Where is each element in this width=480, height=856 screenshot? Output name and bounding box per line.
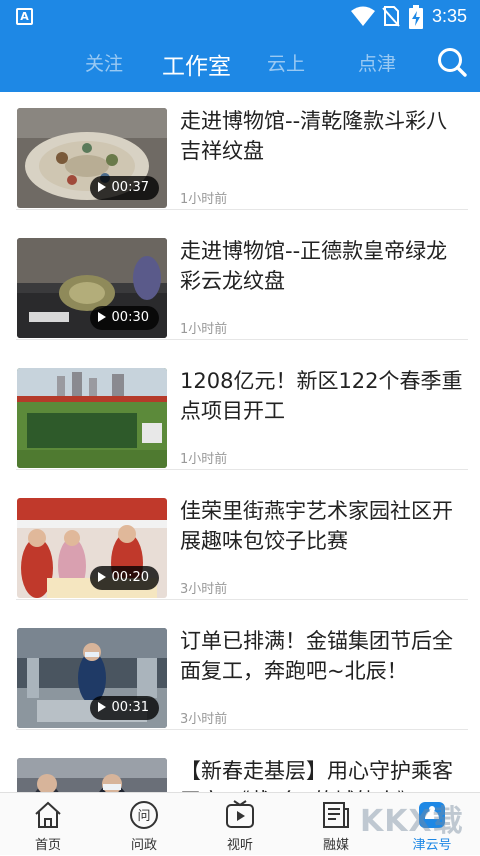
play-icon bbox=[97, 572, 106, 582]
tab-watch[interactable]: 视听 bbox=[192, 793, 288, 856]
home-icon bbox=[35, 801, 61, 828]
tab-yunshang[interactable]: 云上 bbox=[267, 49, 305, 76]
tab-label: 问政 bbox=[130, 838, 157, 853]
news-title[interactable]: 佳荣里街燕宇艺术家园社区开展趣味包饺子比赛 bbox=[180, 496, 464, 556]
tv-icon bbox=[226, 800, 254, 828]
play-icon bbox=[97, 182, 106, 192]
news-title[interactable]: 【新春走基层】用心守护乘客平安 《戴“鱼”的城轨人》 bbox=[180, 756, 464, 792]
tab-dianjin[interactable]: 点津 bbox=[358, 49, 396, 76]
play-icon bbox=[97, 702, 106, 712]
channel-tabs: 关注 工作室 云上 点津 bbox=[0, 34, 480, 92]
battery-charging-icon bbox=[409, 5, 423, 29]
tab-follow[interactable]: 关注 bbox=[85, 49, 123, 76]
news-item[interactable]: 00:20 佳荣里街燕宇艺术家园社区开展趣味包饺子比赛 3小时前 bbox=[16, 482, 468, 600]
video-duration-badge: 00:20 bbox=[89, 566, 159, 590]
news-title[interactable]: 走进博物馆--正德款皇帝绿龙彩云龙纹盘 bbox=[180, 236, 464, 296]
video-duration-badge: 00:31 bbox=[89, 696, 159, 720]
video-thumbnail[interactable]: 00:37 bbox=[17, 108, 167, 208]
news-item[interactable]: 00:31 订单已排满！金锚集团节后全面复工，奔跑吧~北辰！ 3小时前 bbox=[16, 612, 468, 730]
search-icon[interactable] bbox=[436, 46, 468, 78]
news-item[interactable]: 1208亿元！新区122个春季重点项目开工 1小时前 bbox=[16, 352, 468, 470]
news-title[interactable]: 走进博物馆--清乾隆款斗彩八吉祥纹盘 bbox=[180, 106, 464, 166]
video-duration-badge: 00:37 bbox=[89, 176, 159, 200]
news-icon bbox=[323, 802, 349, 828]
watermark: KKX载 bbox=[360, 804, 464, 839]
tab-ask[interactable]: 问 问政 bbox=[96, 793, 192, 856]
tab-label: 首页 bbox=[34, 838, 61, 853]
image-thumbnail[interactable] bbox=[17, 368, 167, 468]
news-time: 3小时前 bbox=[180, 582, 228, 597]
wifi-icon bbox=[351, 6, 375, 26]
top-bar: A 3:35 关注 工作室 云上 点津 bbox=[0, 0, 480, 92]
news-title[interactable]: 订单已排满！金锚集团节后全面复工，奔跑吧~北辰！ bbox=[180, 626, 464, 686]
no-sim-icon bbox=[382, 6, 400, 27]
news-time: 1小时前 bbox=[180, 322, 228, 337]
video-thumbnail[interactable] bbox=[17, 758, 167, 792]
tab-label: 视听 bbox=[226, 838, 253, 853]
news-item[interactable]: 00:30 走进博物馆--正德款皇帝绿龙彩云龙纹盘 1小时前 bbox=[16, 222, 468, 340]
tab-studio[interactable]: 工作室 bbox=[162, 47, 231, 81]
ask-icon: 问 bbox=[130, 801, 158, 829]
clock: 3:35 bbox=[432, 6, 468, 26]
video-duration-badge: 00:30 bbox=[89, 306, 159, 330]
news-title[interactable]: 1208亿元！新区122个春季重点项目开工 bbox=[180, 366, 464, 426]
play-icon bbox=[97, 312, 106, 322]
news-time: 1小时前 bbox=[180, 192, 228, 207]
app-notification-icon: A bbox=[16, 8, 33, 25]
video-thumbnail[interactable]: 00:30 bbox=[17, 238, 167, 338]
tab-home[interactable]: 首页 bbox=[0, 793, 96, 856]
news-time: 1小时前 bbox=[180, 452, 228, 467]
video-thumbnail[interactable]: 00:31 bbox=[17, 628, 167, 728]
video-thumbnail[interactable]: 00:20 bbox=[17, 498, 167, 598]
status-bar: A 3:35 bbox=[0, 0, 480, 34]
news-item[interactable]: 00:37 走进博物馆--清乾隆款斗彩八吉祥纹盘 1小时前 bbox=[16, 92, 468, 210]
news-time: 3小时前 bbox=[180, 712, 228, 727]
svg-text:问: 问 bbox=[137, 809, 150, 824]
news-feed: 00:37 走进博物馆--清乾隆款斗彩八吉祥纹盘 1小时前 00:30 走进博物… bbox=[0, 92, 480, 792]
news-item[interactable]: 【新春走基层】用心守护乘客平安 《戴“鱼”的城轨人》 bbox=[16, 742, 468, 792]
